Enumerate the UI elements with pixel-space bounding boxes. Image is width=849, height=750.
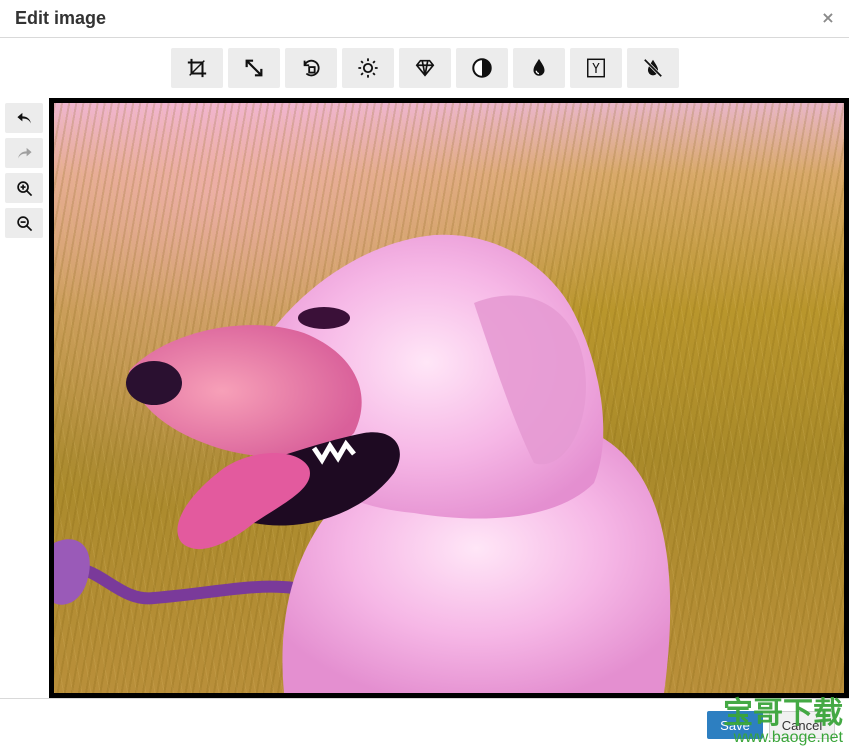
sharpen-icon [415,59,435,77]
dialog-title: Edit image [15,8,107,28]
zoom-in-icon [16,180,32,196]
resize-icon [245,59,263,77]
undo-icon [16,112,31,123]
zoom-in-button[interactable] [5,173,43,203]
contrast-button[interactable] [456,48,508,88]
rotate-icon [303,59,320,77]
dialog-header: Edit image × [0,0,849,38]
history-zoom-tools [5,103,43,238]
image-tools-toolbar: Y [171,48,679,88]
color-levels-icon [533,58,545,76]
contrast-icon [472,58,492,78]
brightness-icon [358,58,378,78]
close-button[interactable]: × [819,9,837,27]
zoom-out-icon [16,215,32,231]
sharpen-button[interactable] [399,48,451,88]
resize-button[interactable] [228,48,280,88]
image-canvas[interactable] [49,98,849,698]
undo-button[interactable] [5,103,43,133]
crop-button[interactable] [171,48,223,88]
gamma-icon: Y [587,58,605,78]
save-button[interactable]: Save [707,711,763,739]
cancel-button[interactable]: Cancel [769,711,835,739]
dog-photo [54,103,844,693]
brightness-button[interactable] [342,48,394,88]
zoom-out-button[interactable] [5,208,43,238]
color-levels-button[interactable] [513,48,565,88]
crop-icon [187,58,207,78]
redo-button[interactable] [5,138,43,168]
dialog-footer: Save Cancel [0,698,849,750]
dog-illustration [54,234,671,693]
invert-button[interactable] [627,48,679,88]
gamma-glyph: Y [592,62,600,77]
redo-icon [17,147,32,158]
rotate-button[interactable] [285,48,337,88]
gamma-button[interactable]: Y [570,48,622,88]
invert-icon [643,58,663,78]
